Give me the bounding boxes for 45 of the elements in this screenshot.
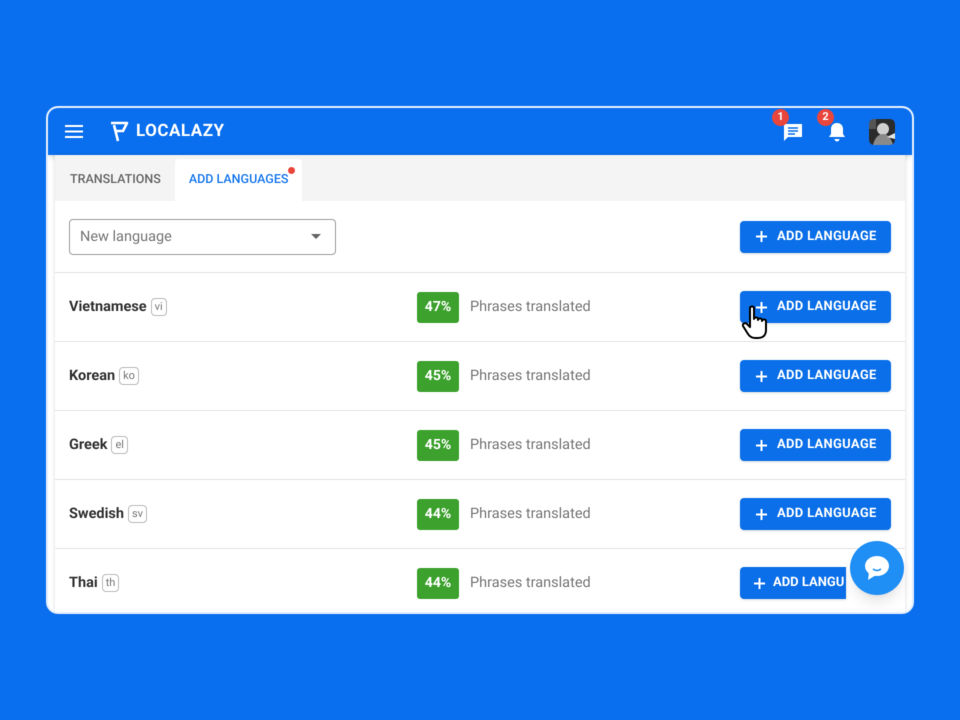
language-name: Thai	[69, 573, 98, 594]
percent-badge: 44%	[417, 568, 459, 598]
language-code: vi	[150, 298, 167, 316]
brand-name: LOCALAZY	[136, 120, 225, 143]
plus-icon	[756, 302, 767, 312]
add-language-button[interactable]: ADD LANGUAGE	[740, 220, 891, 252]
plus-icon	[756, 231, 767, 242]
plus-icon	[756, 440, 767, 450]
select-placeholder: New language	[80, 226, 172, 247]
progress-caption: Phrases translated	[470, 366, 591, 386]
bell-icon[interactable]	[827, 120, 847, 142]
progress-caption: Phrases translated	[470, 573, 591, 594]
add-language-button[interactable]: ADD LANGUAGE	[740, 498, 891, 530]
tab[interactable]: TRANSLATIONS	[56, 159, 175, 201]
add-language-button[interactable]: ADD LANGUAGE	[740, 291, 891, 323]
chat-bubble-button[interactable]	[850, 541, 904, 595]
add-language-button[interactable]: ADD LANGUAGE	[740, 429, 891, 461]
plus-icon	[756, 508, 767, 520]
percent-badge: 45%	[417, 430, 459, 460]
percent-badge: 45%	[417, 360, 459, 392]
language-select[interactable]: New language	[69, 218, 336, 254]
plus-icon	[754, 578, 765, 588]
add-language-button[interactable]: ADD LANGUAGE	[740, 360, 891, 392]
notification-badge: 1	[772, 108, 789, 126]
progress-caption: Phrases translated	[470, 435, 591, 456]
add-language-button[interactable]: ADD LANGU	[740, 567, 846, 599]
percent-badge: 44%	[417, 498, 459, 530]
language-name: Swedish	[69, 504, 124, 524]
language-code: ko	[119, 367, 139, 385]
language-name: Korean	[69, 366, 116, 386]
language-name: Vietnamese	[69, 297, 147, 318]
language-code: sv	[128, 505, 147, 523]
percent-badge: 47%	[417, 292, 459, 322]
progress-caption: Phrases translated	[470, 504, 591, 524]
menu-icon[interactable]	[65, 125, 83, 138]
dropdown-caret-icon	[311, 234, 321, 239]
progress-caption: Phrases translated	[470, 297, 591, 318]
language-code: th	[102, 574, 120, 592]
plus-icon	[756, 370, 767, 382]
language-name: Greek	[69, 435, 108, 456]
logo-icon	[109, 120, 129, 142]
tab[interactable]: ADD LANGUAGES	[174, 159, 302, 201]
notification-badge: 2	[817, 108, 834, 126]
language-code: el	[111, 436, 128, 454]
chat-icon	[864, 555, 890, 581]
